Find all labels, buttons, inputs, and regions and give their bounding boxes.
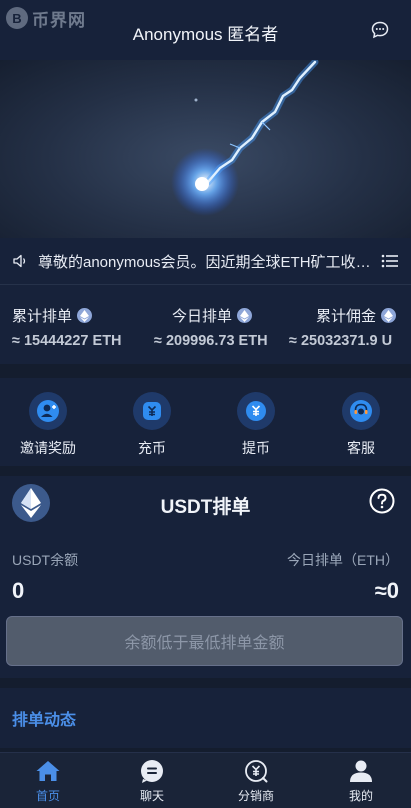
order-records-section: 排单动态: [0, 688, 411, 748]
tab-chat[interactable]: 聊天: [112, 759, 192, 804]
withdraw-icon: [237, 392, 275, 430]
banner-image[interactable]: [0, 60, 411, 238]
user-plus-icon: [29, 392, 67, 430]
tab-home-label: 首页: [35, 789, 60, 803]
chat-icon: [141, 760, 163, 783]
usdt-balance-label: USDT余额: [12, 552, 79, 568]
stats-panel: 累计排单 今日排单 累计佣金 ≈ 15444227 ETH ≈ 209996.7…: [0, 284, 411, 364]
quick-actions: 邀请奖励 充币 提币 客服: [0, 378, 411, 466]
stat-value-total-orders: ≈ 15444227 ETH: [12, 333, 122, 349]
customer-service-button[interactable]: 客服: [321, 392, 401, 458]
list-icon[interactable]: [381, 253, 399, 269]
tab-distributor-label: 分销商: [237, 789, 274, 803]
order-records-title: 排单动态: [12, 712, 77, 729]
stat-label-today-orders: 今日排单: [172, 305, 253, 326]
tab-profile[interactable]: 我的: [321, 759, 401, 804]
ethereum-icon: [77, 308, 93, 323]
profile-icon: [350, 760, 372, 782]
deposit-label: 充币: [138, 440, 166, 456]
customer-service-icon: [342, 392, 380, 430]
app-header: B 币界网 Anonymous 匿名者: [0, 0, 411, 60]
usdt-order-card: USDT排单 USDT余额 今日排单（ETH） 0 ≈0 余额低于最低排单金额: [0, 476, 411, 678]
help-icon[interactable]: [369, 488, 395, 514]
stat-value-total-commission: ≈ 25032371.9 U: [289, 333, 393, 349]
notice-text: 尊敬的anonymous会员。因近期全球ETH矿工收益下降: [38, 253, 375, 271]
ethereum-icon: [237, 308, 253, 323]
stat-label-total-commission: 累计佣金: [316, 305, 397, 326]
bottom-tab-bar: 首页 聊天 分销商 我的: [0, 752, 411, 808]
ethereum-icon: [381, 308, 397, 323]
chat-bubble-icon[interactable]: [371, 21, 389, 39]
tab-home[interactable]: 首页: [8, 759, 88, 804]
invite-reward-button[interactable]: 邀请奖励: [8, 392, 88, 458]
customer-service-label: 客服: [347, 440, 375, 456]
home-icon: [36, 761, 60, 781]
today-order-label: 今日排单（ETH）: [287, 552, 399, 568]
usdt-balance-value: 0: [12, 578, 25, 603]
tab-distributor[interactable]: 分销商: [216, 759, 296, 804]
invite-reward-label: 邀请奖励: [20, 440, 76, 456]
withdraw-label: 提币: [242, 440, 270, 456]
tab-profile-label: 我的: [348, 789, 373, 803]
stat-value-today-orders: ≈ 209996.73 ETH: [154, 333, 268, 349]
withdraw-button[interactable]: 提币: [216, 392, 296, 458]
page-title: Anonymous 匿名者: [132, 25, 279, 44]
speaker-icon: [13, 254, 26, 268]
deposit-button[interactable]: 充币: [112, 392, 192, 458]
notice-bar[interactable]: 尊敬的anonymous会员。因近期全球ETH矿工收益下降: [0, 238, 411, 284]
today-order-value: ≈0: [374, 578, 399, 603]
deposit-icon: [133, 392, 171, 430]
tab-chat-label: 聊天: [139, 789, 164, 803]
usdt-order-title: USDT排单: [160, 497, 251, 518]
stat-label-total-orders: 累计排单: [12, 305, 93, 326]
lightning-bolt-image: [171, 60, 319, 216]
place-order-button[interactable]: 余额低于最低排单金额: [6, 616, 403, 666]
distributor-icon: [245, 760, 268, 783]
